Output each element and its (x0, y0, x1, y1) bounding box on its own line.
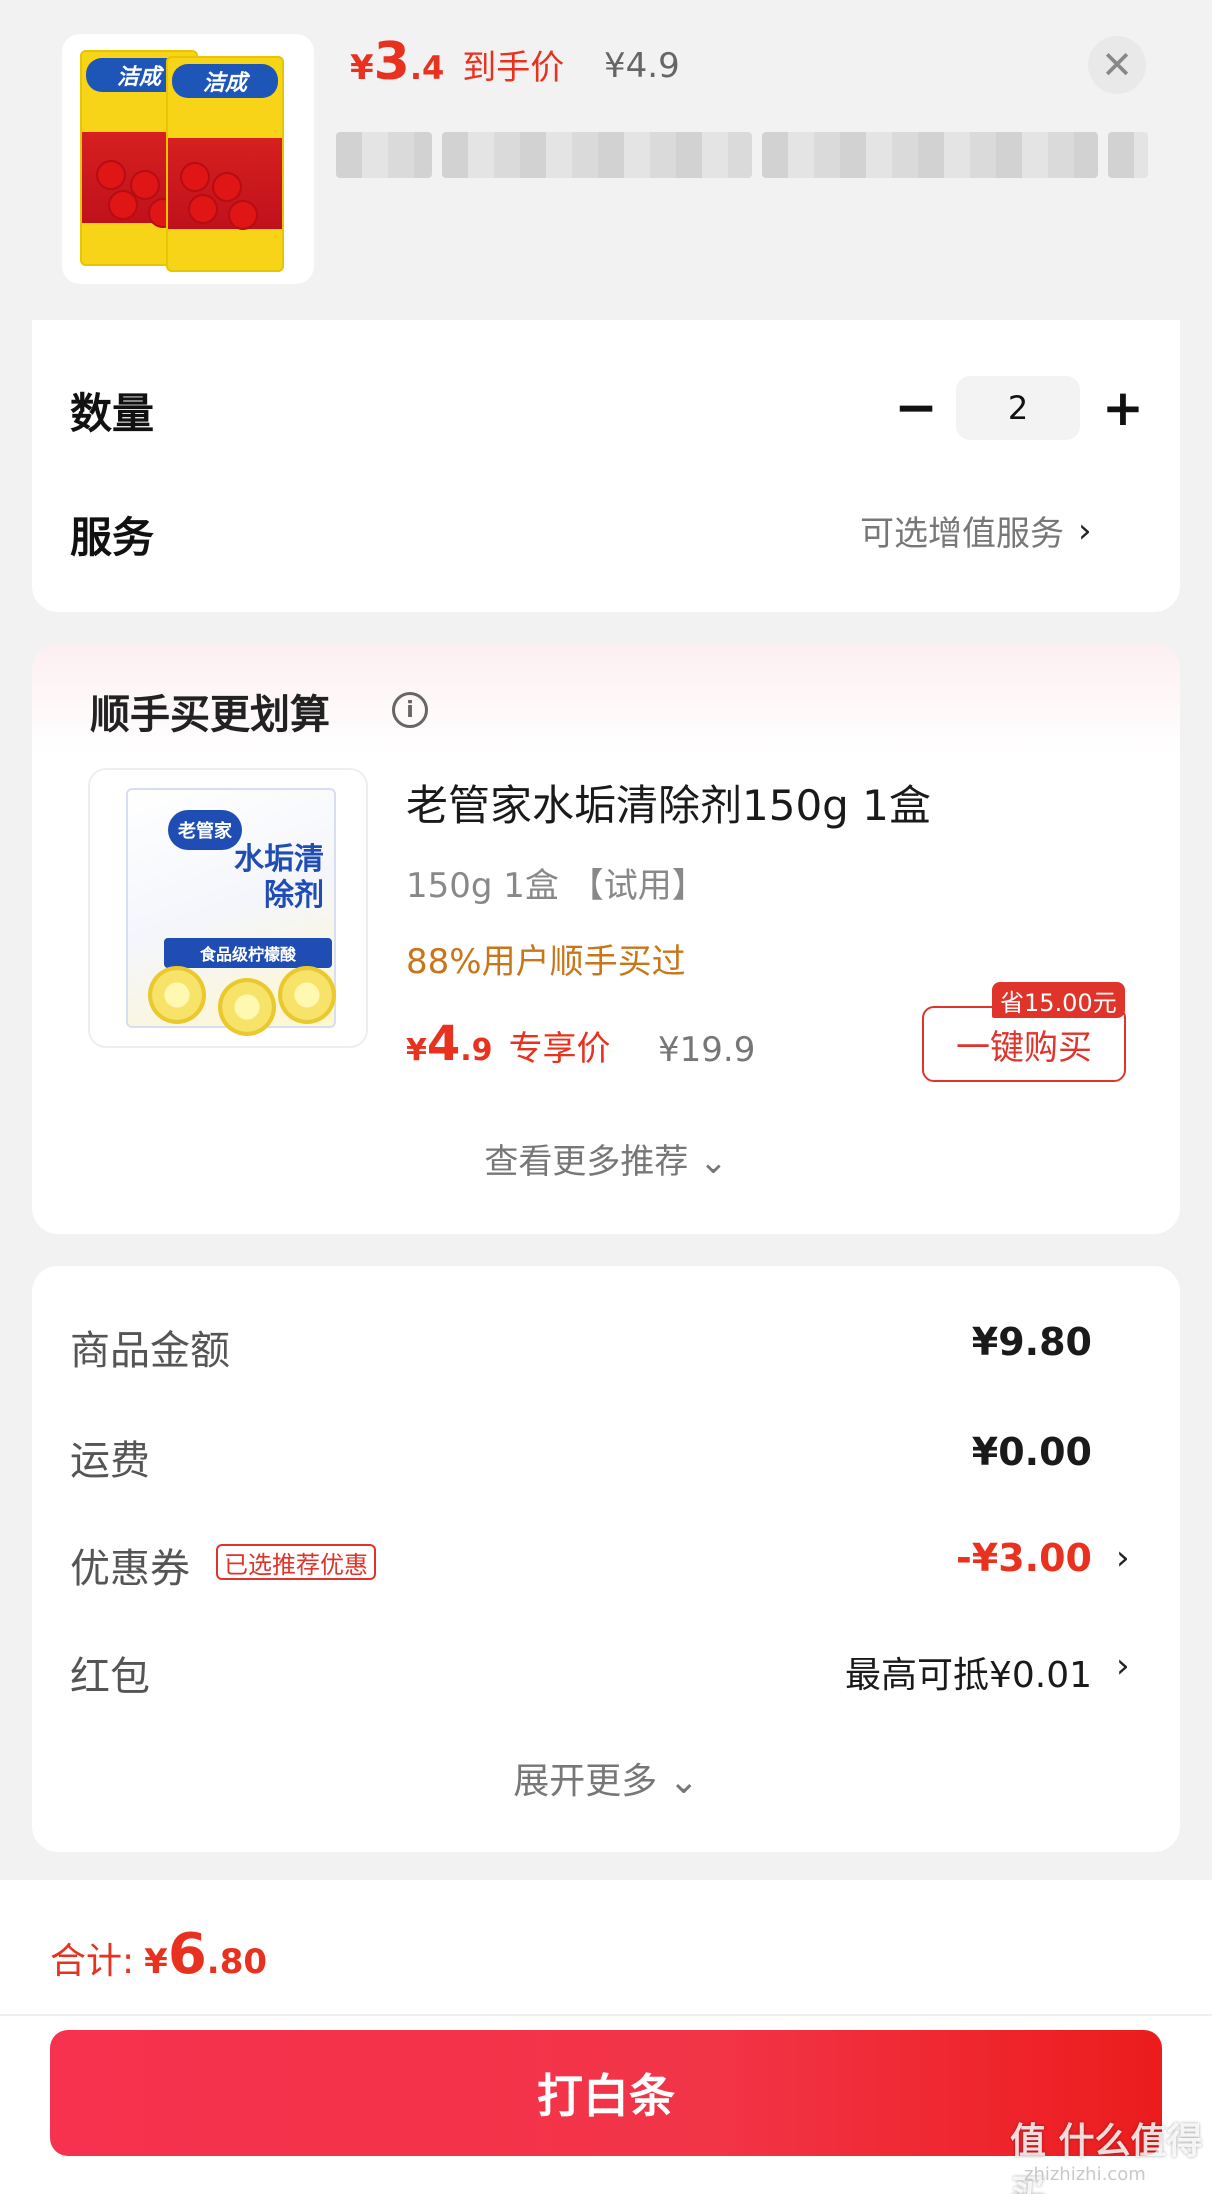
recommend-product-name[interactable]: 老管家水垢清除剂150g 1盒 (406, 772, 931, 833)
chevron-right-icon: › (1078, 510, 1092, 551)
watermark-url: zhizhizhi.com (1024, 2164, 1146, 2185)
service-selector[interactable]: 可选增值服务 › (860, 506, 1092, 555)
box-logo: 老管家 (168, 810, 242, 850)
shipping-value: ¥0.00 (971, 1430, 1092, 1474)
chevron-right-icon[interactable]: › (1116, 1538, 1130, 1578)
final-price-tag: 到手价 (462, 48, 565, 88)
recommend-product-spec: 150g 1盒 【试用】 (406, 866, 706, 906)
divider (0, 2014, 1212, 2016)
close-button[interactable]: ✕ (1088, 36, 1146, 94)
coupon-label: 优惠券 (70, 1546, 190, 1592)
total-price: 合计: ¥ 6 .80 (50, 1922, 268, 1987)
minus-icon: − (894, 378, 938, 438)
chevron-right-icon[interactable]: › (1116, 1646, 1130, 1686)
quantity-label: 数量 (70, 389, 155, 438)
coupon-selected-badge: 已选推荐优惠 (216, 1544, 376, 1580)
close-icon: ✕ (1101, 43, 1133, 87)
expand-more-link[interactable]: 展开更多 ⌄ (0, 1752, 1212, 1804)
total-label: 合计: (50, 1941, 135, 1982)
coupon-value[interactable]: -¥3.00 (956, 1536, 1092, 1580)
service-label: 服务 (70, 513, 155, 562)
bag-brand-label-2: 洁成 (172, 64, 278, 98)
quantity-input[interactable] (956, 376, 1080, 440)
recommend-original-price: ¥19.9 (658, 1030, 756, 1070)
more-recommend-link[interactable]: 查看更多推荐 ⌄ (0, 1134, 1212, 1183)
order-options-card (32, 320, 1180, 612)
product-thumbnail: 洁成 洁成 (62, 34, 314, 284)
box-product-name: 水垢清除剂 (234, 842, 324, 913)
subtotal-value: ¥9.80 (971, 1320, 1092, 1364)
quantity-increase-button[interactable]: + (1094, 378, 1152, 438)
info-icon[interactable]: i (392, 692, 428, 728)
save-badge: 省15.00元 (992, 982, 1125, 1018)
recommend-product-image[interactable]: 老管家 水垢清除剂 食品级柠檬酸 (88, 768, 368, 1048)
redpacket-label: 红包 (70, 1654, 150, 1700)
service-value: 可选增值服务 (860, 514, 1064, 554)
blurred-product-title (336, 130, 1160, 180)
descaler-box-image: 老管家 水垢清除剂 食品级柠檬酸 (126, 788, 336, 1036)
shipping-label: 运费 (70, 1438, 150, 1484)
recommend-price-tag: 专享价 (508, 1029, 611, 1069)
pay-baitiao-button[interactable]: 打白条 (50, 2030, 1162, 2156)
final-price: ¥ 3 .4 到手价 (350, 32, 565, 92)
box-band: 食品级柠檬酸 (164, 938, 332, 968)
plus-icon: + (1102, 379, 1144, 437)
recommend-bought-rate: 88%用户顺手买过 (406, 942, 686, 982)
recommend-title: 顺手买更划算 (90, 692, 330, 738)
product-bag-image-2: 洁成 (166, 56, 284, 272)
quantity-decrease-button[interactable]: − (892, 378, 940, 438)
redpacket-value[interactable]: 最高可抵¥0.01 (845, 1646, 1092, 1698)
subtotal-label: 商品金额 (70, 1328, 230, 1374)
recommend-price: ¥ 4 .9 专享价 (406, 1016, 611, 1072)
original-price: ¥4.9 (604, 46, 680, 86)
